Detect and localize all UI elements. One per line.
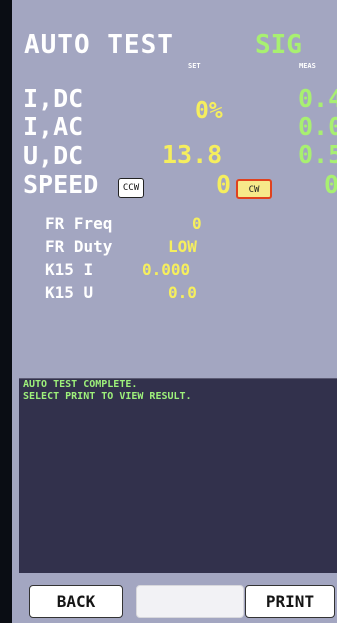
k15u-label: K15 U — [45, 283, 94, 302]
idc-label: I,DC — [23, 84, 84, 113]
instrument-screen: AUTO TEST SIG SET MEAS I,DC 0.4 0% I,AC … — [12, 0, 337, 623]
fr-freq-label: FR Freq — [45, 214, 113, 233]
fr-duty-value[interactable]: LOW — [168, 237, 197, 256]
back-button[interactable]: BACK — [29, 585, 123, 618]
sig-column-header: SIG — [255, 30, 302, 60]
disabled-middle-button — [136, 585, 244, 618]
message-line: AUTO TEST COMPLETE. — [23, 379, 138, 390]
k15u-value: 0.0 — [168, 283, 197, 302]
page-title: AUTO TEST — [24, 30, 174, 60]
fr-duty-label: FR Duty — [45, 237, 113, 256]
print-button[interactable]: PRINT — [245, 585, 335, 618]
speed-set-value[interactable]: 0 — [216, 170, 231, 199]
k15i-label: K15 I — [45, 260, 94, 279]
meas-column-header: MEAS — [299, 62, 316, 70]
speed-meas-value: 0 — [324, 170, 337, 199]
udc-label: U,DC — [23, 141, 84, 170]
current-set-value[interactable]: 0% — [195, 98, 223, 124]
fr-freq-value[interactable]: 0 — [192, 214, 202, 233]
cw-button[interactable]: CW — [236, 179, 272, 199]
message-line: SELECT PRINT TO VIEW RESULT. — [23, 391, 192, 402]
iac-meas-value: 0.0 — [298, 112, 337, 141]
speed-label: SPEED — [23, 170, 99, 199]
idc-meas-value: 0.4 — [298, 84, 337, 113]
iac-label: I,AC — [23, 112, 84, 141]
udc-set-value[interactable]: 13.8 — [162, 140, 222, 169]
udc-meas-value: 0.5 — [298, 140, 337, 169]
k15i-value: 0.000 — [142, 260, 191, 279]
set-column-header: SET — [188, 62, 201, 70]
message-panel: AUTO TEST COMPLETE. SELECT PRINT TO VIEW… — [19, 378, 337, 573]
ccw-button[interactable]: CCW — [118, 178, 144, 198]
